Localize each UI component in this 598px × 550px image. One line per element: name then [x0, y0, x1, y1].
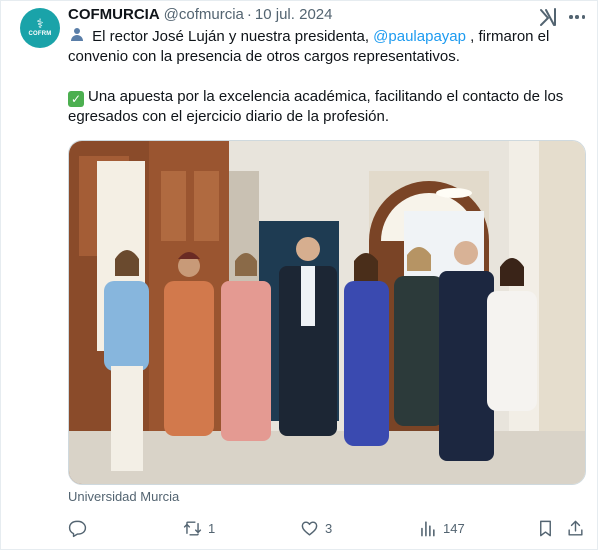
- bookmark-icon: [540, 520, 551, 536]
- share-button[interactable]: [566, 516, 585, 540]
- views-icon: [421, 520, 435, 536]
- action-bar: 1 3 147: [68, 516, 588, 540]
- like-icon: [301, 520, 318, 536]
- tweet-text-part: El rector José Luján y nuestra president…: [92, 28, 374, 45]
- photo-caption[interactable]: Universidad Murcia: [68, 489, 179, 504]
- tweet-text-part: Una apuesta por la excelencia académica,…: [68, 88, 564, 125]
- tweet-date[interactable]: 10 jul. 2024: [255, 6, 333, 23]
- author-handle[interactable]: @cofmurcia: [164, 6, 244, 23]
- tweet-card[interactable]: ⚕ COFRM COFMURCIA @cofmurcia · 10 jul. 2…: [0, 0, 598, 550]
- retweet-button[interactable]: 1: [183, 516, 215, 540]
- avatar[interactable]: ⚕ COFRM: [20, 8, 60, 48]
- tweet-photo[interactable]: [68, 140, 586, 485]
- bookmark-button[interactable]: [536, 516, 555, 540]
- group-photo-image: [69, 141, 585, 484]
- reply-button[interactable]: [68, 516, 93, 540]
- pharmacy-logo-icon: ⚕: [36, 17, 44, 32]
- like-button[interactable]: 3: [300, 516, 332, 540]
- header-separator: ·: [246, 6, 252, 23]
- mention-link[interactable]: @paulapayap: [373, 28, 466, 45]
- share-icon: [568, 520, 583, 536]
- views-button[interactable]: 147: [418, 516, 465, 540]
- grok-icon[interactable]: [537, 6, 559, 28]
- tweet-paragraph-1: El rector José Luján y nuestra president…: [68, 27, 588, 67]
- tweet-header: COFMURCIA @cofmurcia · 10 jul. 2024: [68, 6, 332, 23]
- reply-icon: [68, 520, 87, 537]
- retweet-count: 1: [208, 520, 216, 536]
- check-emoji-icon: ✓: [68, 91, 84, 107]
- tweet-text: El rector José Luján y nuestra president…: [68, 27, 588, 127]
- people-emoji-icon: [68, 28, 86, 42]
- more-icon[interactable]: [565, 9, 589, 25]
- retweet-icon: [183, 520, 202, 536]
- like-count: 3: [325, 520, 333, 536]
- author-name[interactable]: COFMURCIA: [68, 6, 160, 23]
- avatar-text: COFRM: [28, 31, 52, 37]
- tweet-paragraph-2: ✓ Una apuesta por la excelencia académica…: [68, 87, 588, 127]
- views-count: 147: [443, 520, 465, 536]
